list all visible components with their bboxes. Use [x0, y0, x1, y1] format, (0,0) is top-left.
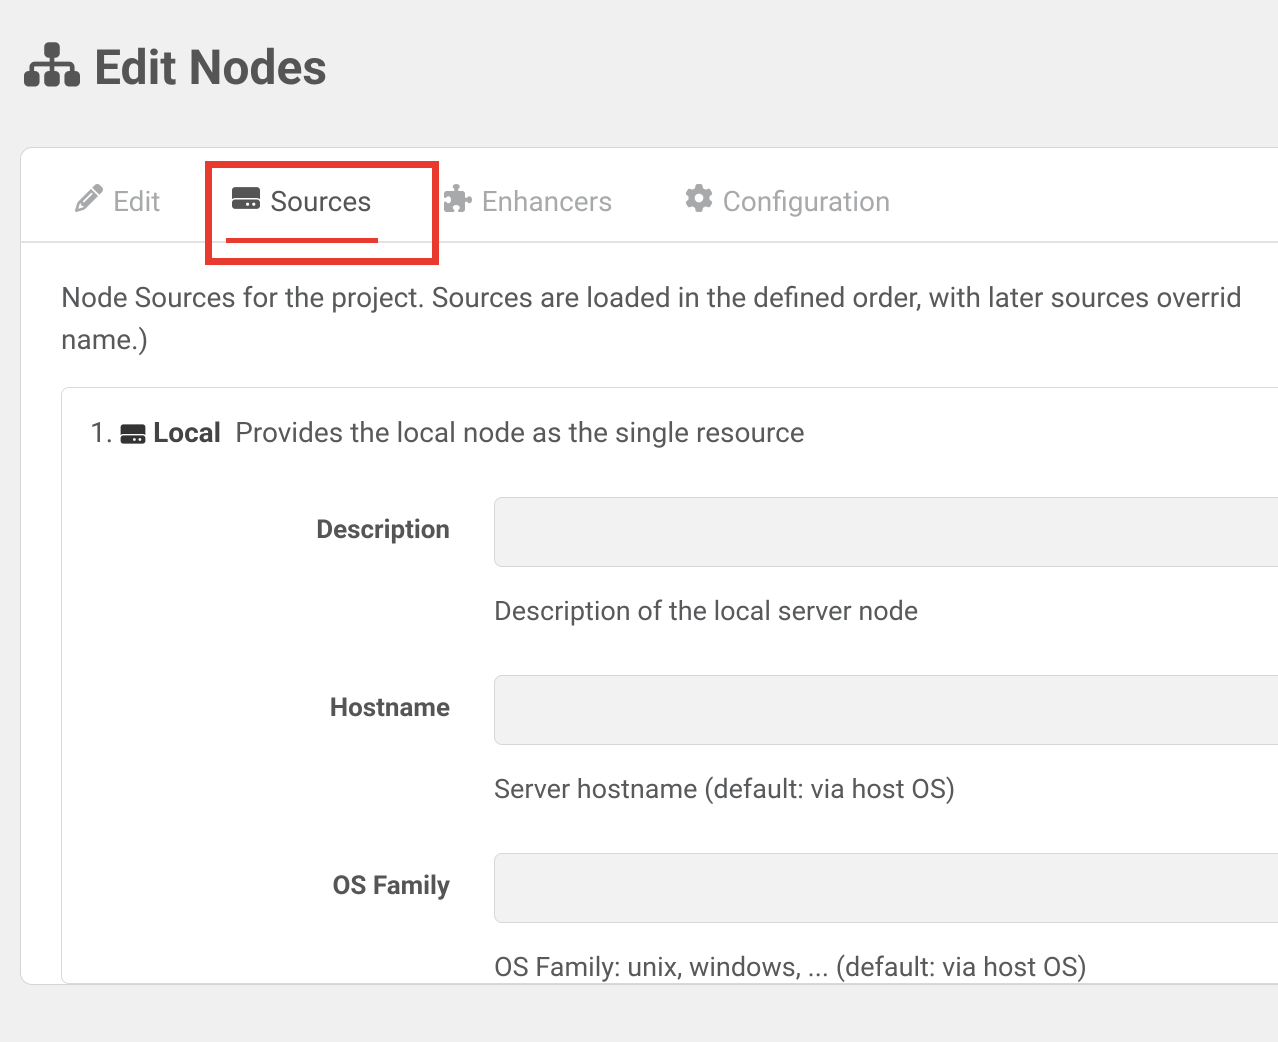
pencil-icon — [75, 184, 103, 219]
description-input[interactable] — [494, 497, 1278, 567]
tab-label: Edit — [113, 185, 160, 218]
hdd-icon — [232, 184, 260, 219]
osfamily-input[interactable] — [494, 853, 1278, 923]
hostname-input[interactable] — [494, 675, 1278, 745]
sitemap-icon — [24, 36, 80, 99]
osfamily-help: OS Family: unix, windows, ... (default: … — [494, 951, 1278, 983]
hostname-label: Hostname — [90, 675, 494, 723]
tab-configuration[interactable]: Configuration — [671, 176, 905, 241]
form-group-osfamily: OS Family OS Family: unix, windows, ... … — [90, 853, 1278, 983]
tab-bar: Edit Sources Enhancers Configuration — [21, 148, 1278, 243]
tab-enhancers[interactable]: Enhancers — [430, 176, 627, 241]
tab-label: Enhancers — [482, 185, 613, 218]
source-panel: 1. Local Provides the local node as the … — [61, 387, 1278, 984]
main-panel: Edit Sources Enhancers Configuration — [20, 147, 1278, 985]
tab-sources[interactable]: Sources — [218, 176, 385, 241]
form-group-description: Description Description of the local ser… — [90, 497, 1278, 627]
hdd-icon — [119, 416, 147, 449]
source-header: 1. Local Provides the local node as the … — [90, 416, 1278, 449]
puzzle-icon — [444, 184, 472, 219]
source-name: Local — [153, 416, 221, 449]
description-help: Description of the local server node — [494, 595, 1278, 627]
tab-label: Configuration — [723, 185, 891, 218]
tab-edit[interactable]: Edit — [61, 176, 174, 241]
gear-icon — [685, 184, 713, 219]
osfamily-label: OS Family — [90, 853, 494, 901]
description-label: Description — [90, 497, 494, 545]
page-header: Edit Nodes — [0, 0, 1278, 99]
page-title: Edit Nodes — [94, 39, 327, 96]
sources-description: Node Sources for the project. Sources ar… — [21, 243, 1278, 361]
source-description: Provides the local node as the single re… — [235, 416, 805, 449]
hostname-help: Server hostname (default: via host OS) — [494, 773, 1278, 805]
tab-label: Sources — [270, 185, 371, 218]
form-group-hostname: Hostname Server hostname (default: via h… — [90, 675, 1278, 805]
source-number: 1. — [90, 416, 113, 449]
